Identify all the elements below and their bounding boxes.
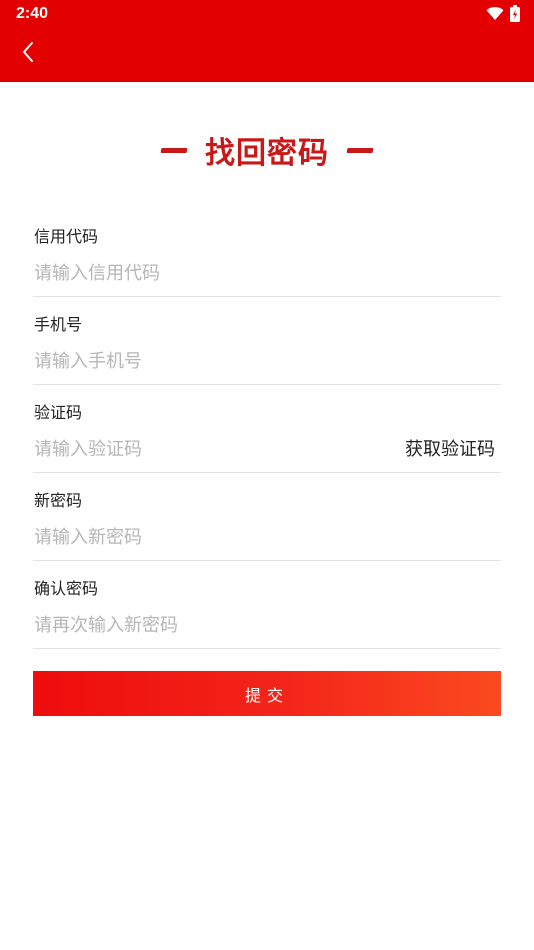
phone-label: 手机号: [34, 315, 83, 334]
confirm-password-input[interactable]: [33, 612, 395, 638]
battery-charging-icon: [510, 5, 520, 26]
new-password-field: 新密码: [33, 486, 501, 574]
chevron-left-icon: [21, 41, 35, 67]
page-title-block: 找回密码: [0, 128, 534, 172]
verification-code-field: 验证码 获取验证码: [33, 398, 501, 486]
new-password-label: 新密码: [34, 491, 83, 510]
phone-input[interactable]: [33, 348, 395, 374]
confirm-password-divider: [33, 648, 501, 649]
app-header: 2:40: [0, 0, 534, 82]
credit-code-divider: [33, 296, 501, 297]
confirm-password-label: 确认密码: [34, 579, 99, 598]
phone-field: 手机号: [33, 310, 501, 398]
credit-code-field: 信用代码: [33, 222, 501, 310]
verification-code-input[interactable]: [33, 436, 395, 462]
page-title: 找回密码: [205, 136, 329, 171]
status-time: 2:40: [16, 5, 49, 22]
get-code-button[interactable]: 获取验证码: [405, 439, 495, 461]
credit-code-label: 信用代码: [34, 227, 99, 246]
new-password-divider: [33, 560, 501, 561]
verification-code-label: 验证码: [34, 403, 83, 422]
title-left-dash: [160, 147, 188, 153]
wifi-icon: [486, 6, 504, 25]
submit-button[interactable]: 提交: [33, 671, 501, 716]
title-right-dash: [346, 147, 374, 153]
verification-code-divider: [33, 472, 501, 473]
new-password-input[interactable]: [33, 524, 395, 550]
reset-password-form: 信用代码 手机号 验证码 获取验证码 新密码 确认密码: [33, 222, 501, 662]
phone-divider: [33, 384, 501, 385]
confirm-password-field: 确认密码: [33, 574, 501, 662]
credit-code-input[interactable]: [33, 260, 395, 286]
status-icons: [486, 5, 520, 26]
back-button[interactable]: [14, 40, 42, 68]
